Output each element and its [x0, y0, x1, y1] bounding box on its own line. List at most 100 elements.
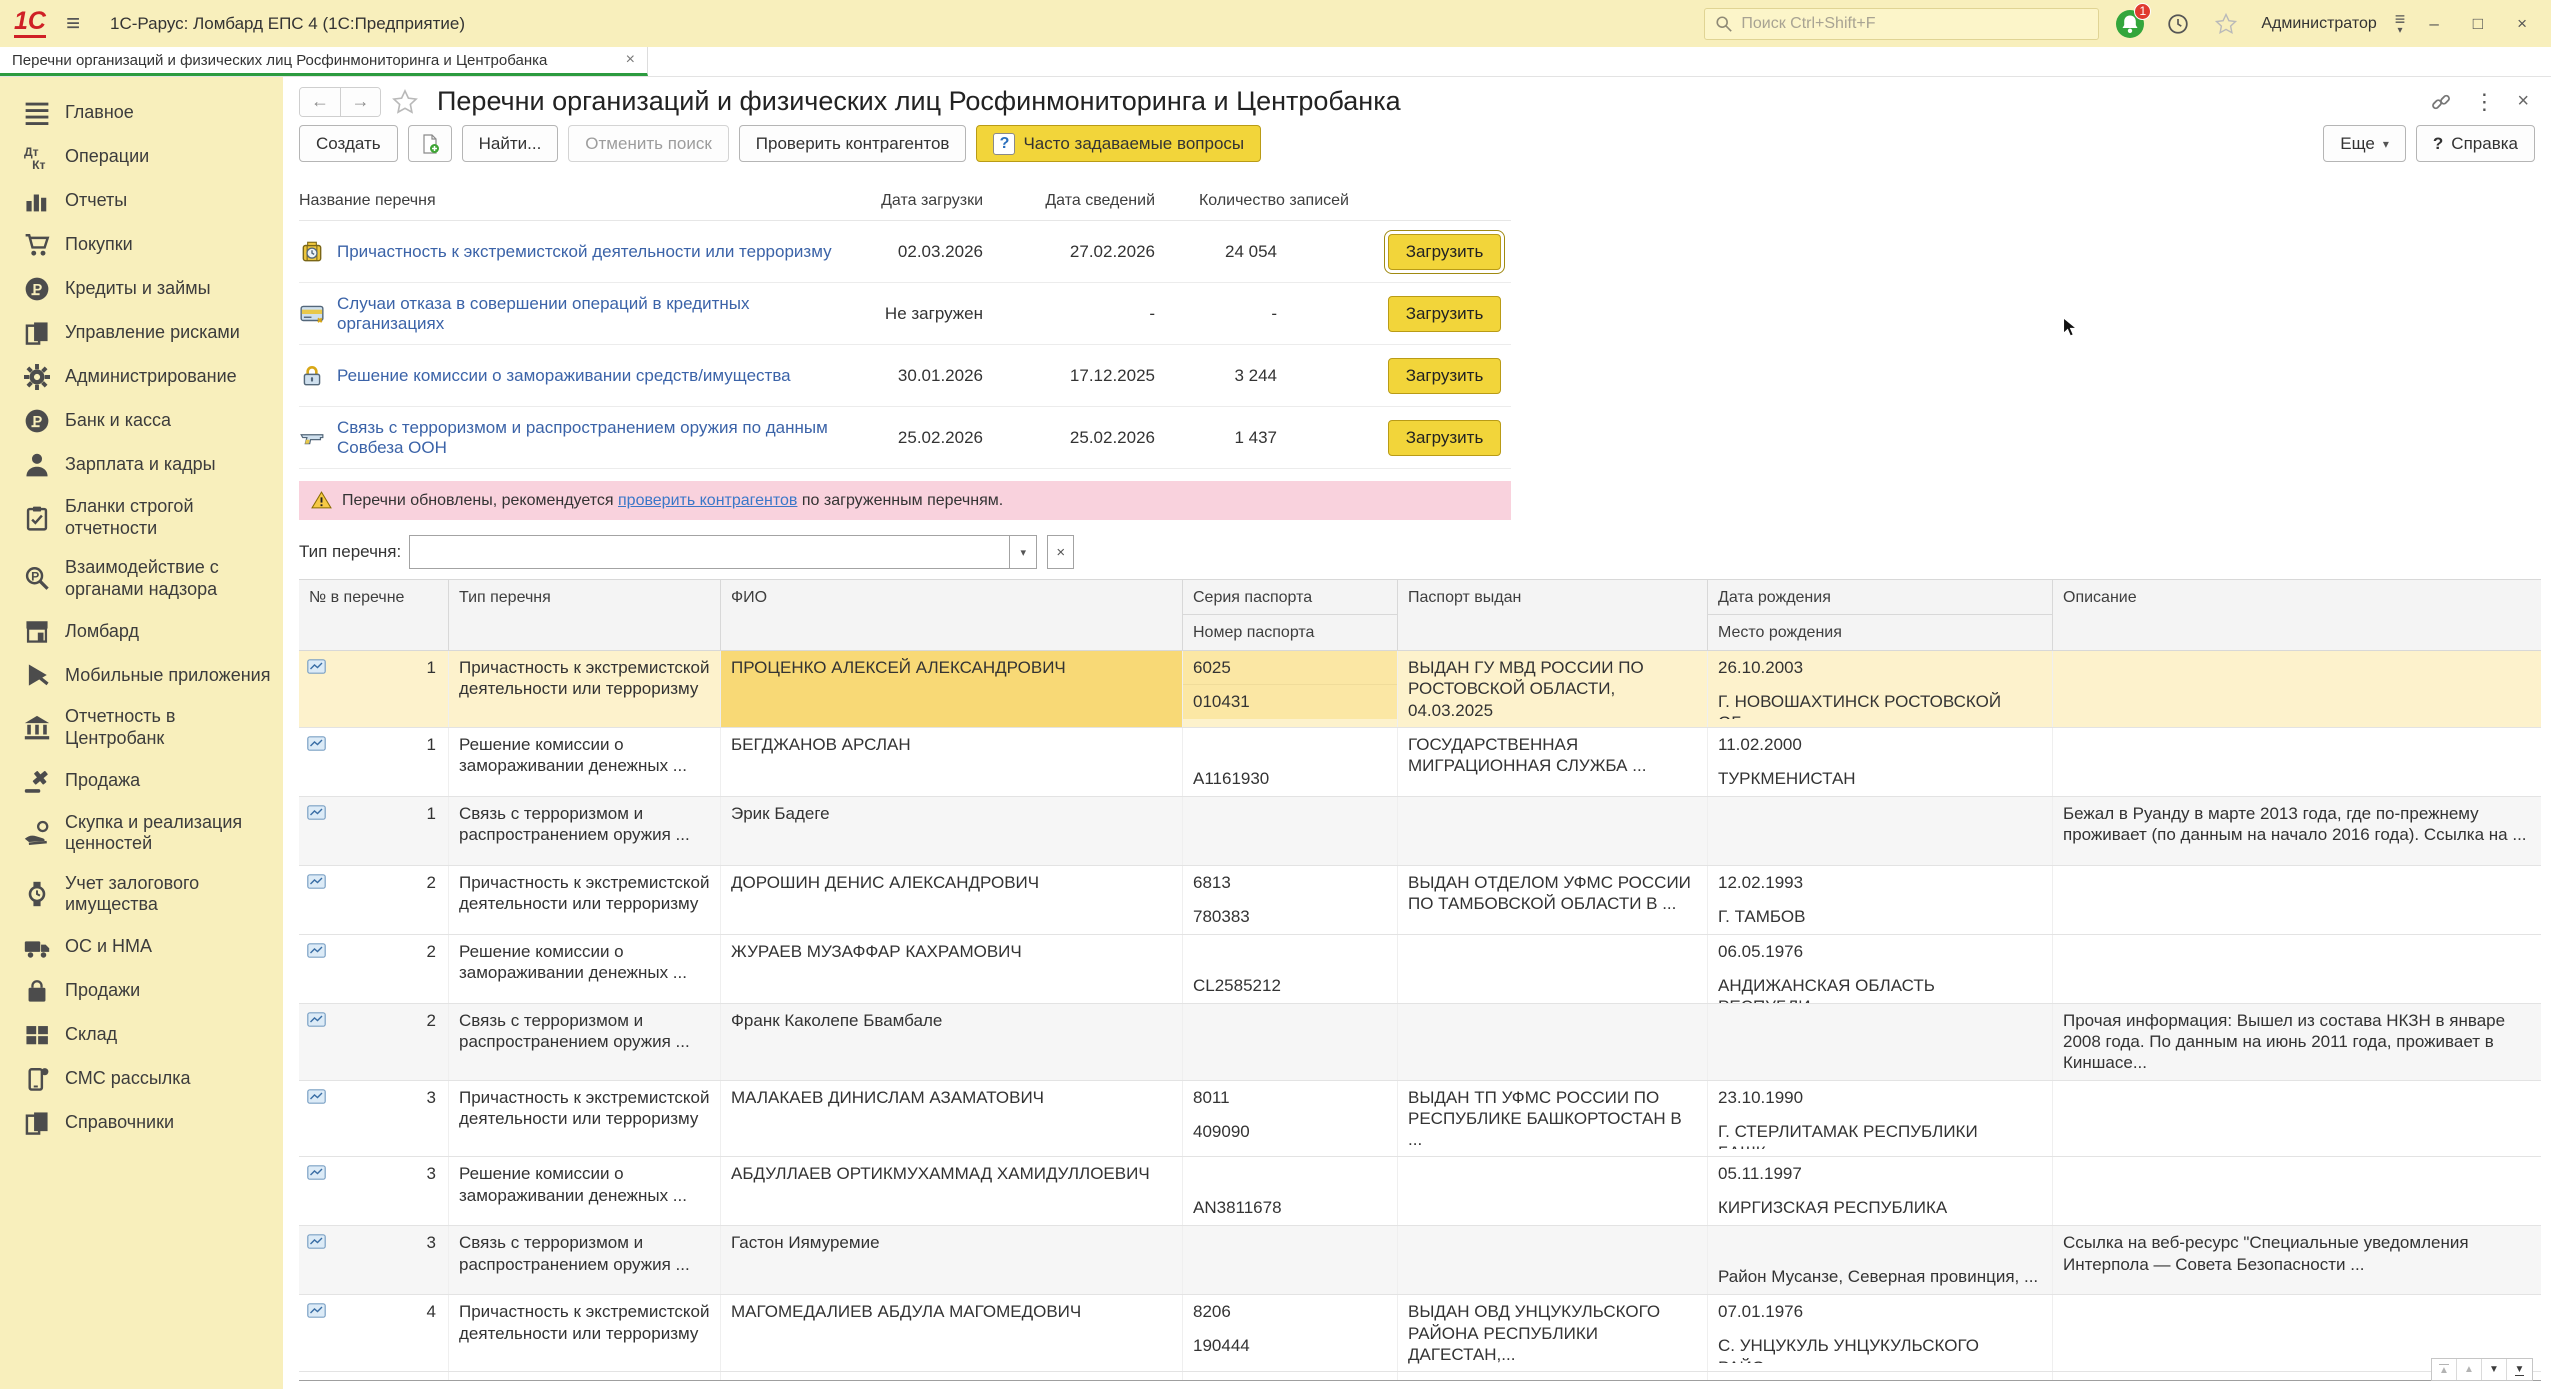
record-row[interactable]: 3Причастность к экстремистской деятельно… — [299, 1081, 2541, 1158]
close-window-button[interactable]: × — [2507, 14, 2537, 34]
sidebar-item-menu[interactable]: Главное — [0, 91, 283, 135]
sidebar-item-books[interactable]: Справочники — [0, 1101, 283, 1145]
check-counterparties-link[interactable]: проверить контрагентов — [618, 492, 797, 509]
history-button[interactable] — [2161, 7, 2195, 41]
main-menu-icon[interactable]: ≡ — [60, 12, 86, 36]
more-options-icon[interactable]: ⋮ — [2473, 89, 2495, 115]
record-row[interactable]: 3Связь с терроризмом и распространением … — [299, 1226, 2541, 1295]
cell-issued[interactable]: ВЫДАН ТП УФМС РОССИИ ПО РЕСПУБЛИКЕ БАШКО… — [1398, 1081, 1708, 1157]
sidebar-item-person[interactable]: Зарплата и кадры — [0, 443, 283, 487]
cell-passport[interactable] — [1183, 797, 1398, 865]
sidebar-item-gavel[interactable]: Продажа — [0, 759, 283, 803]
scroll-to-bottom-button[interactable]: ▼ — [2507, 1359, 2532, 1380]
current-user[interactable]: Администратор — [2261, 15, 2376, 33]
cell-issued[interactable]: ВЫДАН ОВД УНЦУКУЛЬСКОГО РАЙОНА РЕСПУБЛИК… — [1398, 1295, 1708, 1371]
cell-type[interactable]: Связь с терроризмом и распространением о… — [449, 797, 721, 865]
close-form-icon[interactable]: × — [2517, 90, 2529, 113]
cell-issued[interactable]: ВЫДАН ГУ МВД РОССИИ ПО РОСТОВСКОЙ ОБЛАСТ… — [1398, 651, 1708, 727]
cell-num[interactable]: 2 — [299, 935, 449, 1003]
cell-birth[interactable]: Район Мусанзе, Северная провинция, ... — [1708, 1226, 2053, 1294]
cell-fio[interactable]: МАГОМЕДАЛИЕВ АБДУЛА МАГОМЕДОВИЧ — [721, 1295, 1183, 1371]
cell-birth[interactable]: 21.01.1994 — [1708, 1372, 2053, 1381]
link-icon[interactable] — [2431, 92, 2451, 112]
sidebar-item-bag[interactable]: Продажи — [0, 969, 283, 1013]
list-name-link[interactable]: Случаи отказа в совершении операций в кр… — [337, 294, 837, 334]
scroll-up-button[interactable]: ▲ — [2457, 1359, 2482, 1380]
sidebar-item-play[interactable]: Мобильные приложения — [0, 653, 283, 697]
combo-dropdown-icon[interactable]: ▾ — [1009, 536, 1036, 568]
cell-num[interactable]: 3 — [299, 1226, 449, 1294]
load-button[interactable]: Загрузить — [1388, 358, 1501, 394]
record-row[interactable]: 2Причастность к экстремистской деятельно… — [299, 866, 2541, 935]
cell-issued[interactable]: ГОСУДАРСТВЕННАЯ МИГРАЦИОННАЯ СЛУЖБА ... — [1398, 728, 1708, 796]
copy-document-button[interactable] — [408, 125, 452, 162]
list-name-link[interactable]: Связь с терроризмом и распространением о… — [337, 418, 837, 458]
cell-type[interactable]: Р... — [449, 1372, 721, 1381]
favorite-star-icon[interactable] — [391, 88, 419, 116]
record-row[interactable]: 2Решение комиссии о замораживании денежн… — [299, 935, 2541, 1004]
create-button[interactable]: Создать — [299, 125, 398, 162]
list-name-link[interactable]: Решение комиссии о замораживании средств… — [337, 366, 791, 386]
sidebar-item-ruble[interactable]: Банк и касса — [0, 399, 283, 443]
cell-num[interactable]: 1 — [299, 728, 449, 796]
sidebar-item-handcoin[interactable]: Скупка и реализация ценностей — [0, 803, 283, 864]
global-search[interactable] — [1704, 8, 2099, 40]
faq-button[interactable]: ? Часто задаваемые вопросы — [976, 125, 1261, 162]
sidebar-item-bank[interactable]: Отчетность в Центробанк — [0, 697, 283, 758]
tab-close-icon[interactable]: × — [626, 51, 635, 69]
cell-num[interactable]: 2 — [299, 866, 449, 934]
user-menu-button[interactable]: ≡▾ — [2395, 12, 2406, 34]
lists-row[interactable]: Решение комиссии о замораживании средств… — [299, 345, 1511, 407]
filter-clear-button[interactable]: × — [1047, 535, 1074, 569]
list-name-link[interactable]: Причастность к экстремистской деятельнос… — [337, 242, 832, 262]
cell-issued[interactable]: ВЫДАН ОТДЕЛОМ УФМС РОССИИ ПО ТАМБОВСКОЙ … — [1398, 866, 1708, 934]
cell-fio[interactable]: Эрик Бадеге — [721, 797, 1183, 865]
load-button[interactable]: Загрузить — [1388, 296, 1501, 332]
cell-passport[interactable]: CL2585212 — [1183, 935, 1398, 1003]
cell-num[interactable]: 3 — [299, 1157, 449, 1225]
cell-passport[interactable] — [1183, 1372, 1398, 1381]
favorites-button[interactable] — [2209, 7, 2243, 41]
nav-forward-button[interactable]: → — [340, 88, 380, 116]
cell-passport[interactable]: 6813780383 — [1183, 866, 1398, 934]
record-row[interactable]: 2Связь с терроризмом и распространением … — [299, 1004, 2541, 1081]
cell-passport[interactable] — [1183, 1226, 1398, 1294]
cell-birth[interactable]: 26.10.2003Г. НОВОШАХТИНСК РОСТОВСКОЙ ОБ.… — [1708, 651, 2053, 727]
cell-passport[interactable] — [1183, 1004, 1398, 1080]
cell-fio[interactable]: АБДУЛЛАЕВ ОРТИКМУХАММАД ХАМИДУЛЛОЕВИЧ — [721, 1157, 1183, 1225]
cell-fio[interactable]: ПРОЦЕНКО АЛЕКСЕЙ АЛЕКСАНДРОВИЧ — [721, 651, 1183, 727]
cell-passport[interactable]: 8206190444 — [1183, 1295, 1398, 1371]
sidebar-item-books[interactable]: Управление рисками — [0, 311, 283, 355]
cell-birth[interactable]: 05.11.1997КИРГИЗСКАЯ РЕСПУБЛИКА — [1708, 1157, 2053, 1225]
check-counterparties-button[interactable]: Проверить контрагентов — [739, 125, 967, 162]
sidebar-item-grid[interactable]: Склад — [0, 1013, 283, 1057]
cell-birth[interactable]: 12.02.1993Г. ТАМБОВ — [1708, 866, 2053, 934]
cell-type[interactable]: Причастность к экстремистской деятельнос… — [449, 1081, 721, 1157]
cell-type[interactable]: Решение комиссии о замораживании денежны… — [449, 1157, 721, 1225]
cell-type[interactable]: Связь с терроризмом и распространением о… — [449, 1004, 721, 1080]
sidebar-item-magnify-ruble[interactable]: Взаимодействие с органами надзора — [0, 548, 283, 609]
cell-issued[interactable] — [1398, 1004, 1708, 1080]
record-row[interactable]: 4Р...МИРВАЛИЕВ МУХАММАД МУРОДМАМАДОВИЧ 21… — [299, 1372, 2541, 1381]
sidebar-item-store[interactable]: Ломбард — [0, 609, 283, 653]
cancel-search-button[interactable]: Отменить поиск — [568, 125, 729, 162]
cell-description[interactable] — [2053, 866, 2541, 934]
cell-type[interactable]: Решение комиссии о замораживании денежны… — [449, 728, 721, 796]
cell-num[interactable]: 4 — [299, 1372, 449, 1381]
record-row[interactable]: 1Причастность к экстремистской деятельно… — [299, 651, 2541, 728]
cell-fio[interactable]: МИРВАЛИЕВ МУХАММАД МУРОДМАМАДОВИЧ — [721, 1372, 1183, 1381]
record-row[interactable]: 3Решение комиссии о замораживании денежн… — [299, 1157, 2541, 1226]
cell-passport[interactable]: А1161930 — [1183, 728, 1398, 796]
sidebar-item-ruble[interactable]: Кредиты и займы — [0, 267, 283, 311]
cell-num[interactable]: 1 — [299, 797, 449, 865]
cell-description[interactable] — [2053, 935, 2541, 1003]
maximize-button[interactable]: □ — [2463, 14, 2493, 34]
sidebar-item-clipboard[interactable]: Бланки строгой отчетности — [0, 487, 283, 548]
cell-fio[interactable]: БЕГДЖАНОВ АРСЛАН — [721, 728, 1183, 796]
record-row[interactable]: 1Решение комиссии о замораживании денежн… — [299, 728, 2541, 797]
sidebar-item-gear[interactable]: Администрирование — [0, 355, 283, 399]
cell-birth[interactable]: 07.01.1976С. УНЦУКУЛЬ УНЦУКУЛЬСКОГО РАЙО… — [1708, 1295, 2053, 1371]
cell-birth[interactable] — [1708, 797, 2053, 865]
cell-type[interactable]: Связь с терроризмом и распространением о… — [449, 1226, 721, 1294]
minimize-button[interactable]: – — [2419, 14, 2448, 34]
